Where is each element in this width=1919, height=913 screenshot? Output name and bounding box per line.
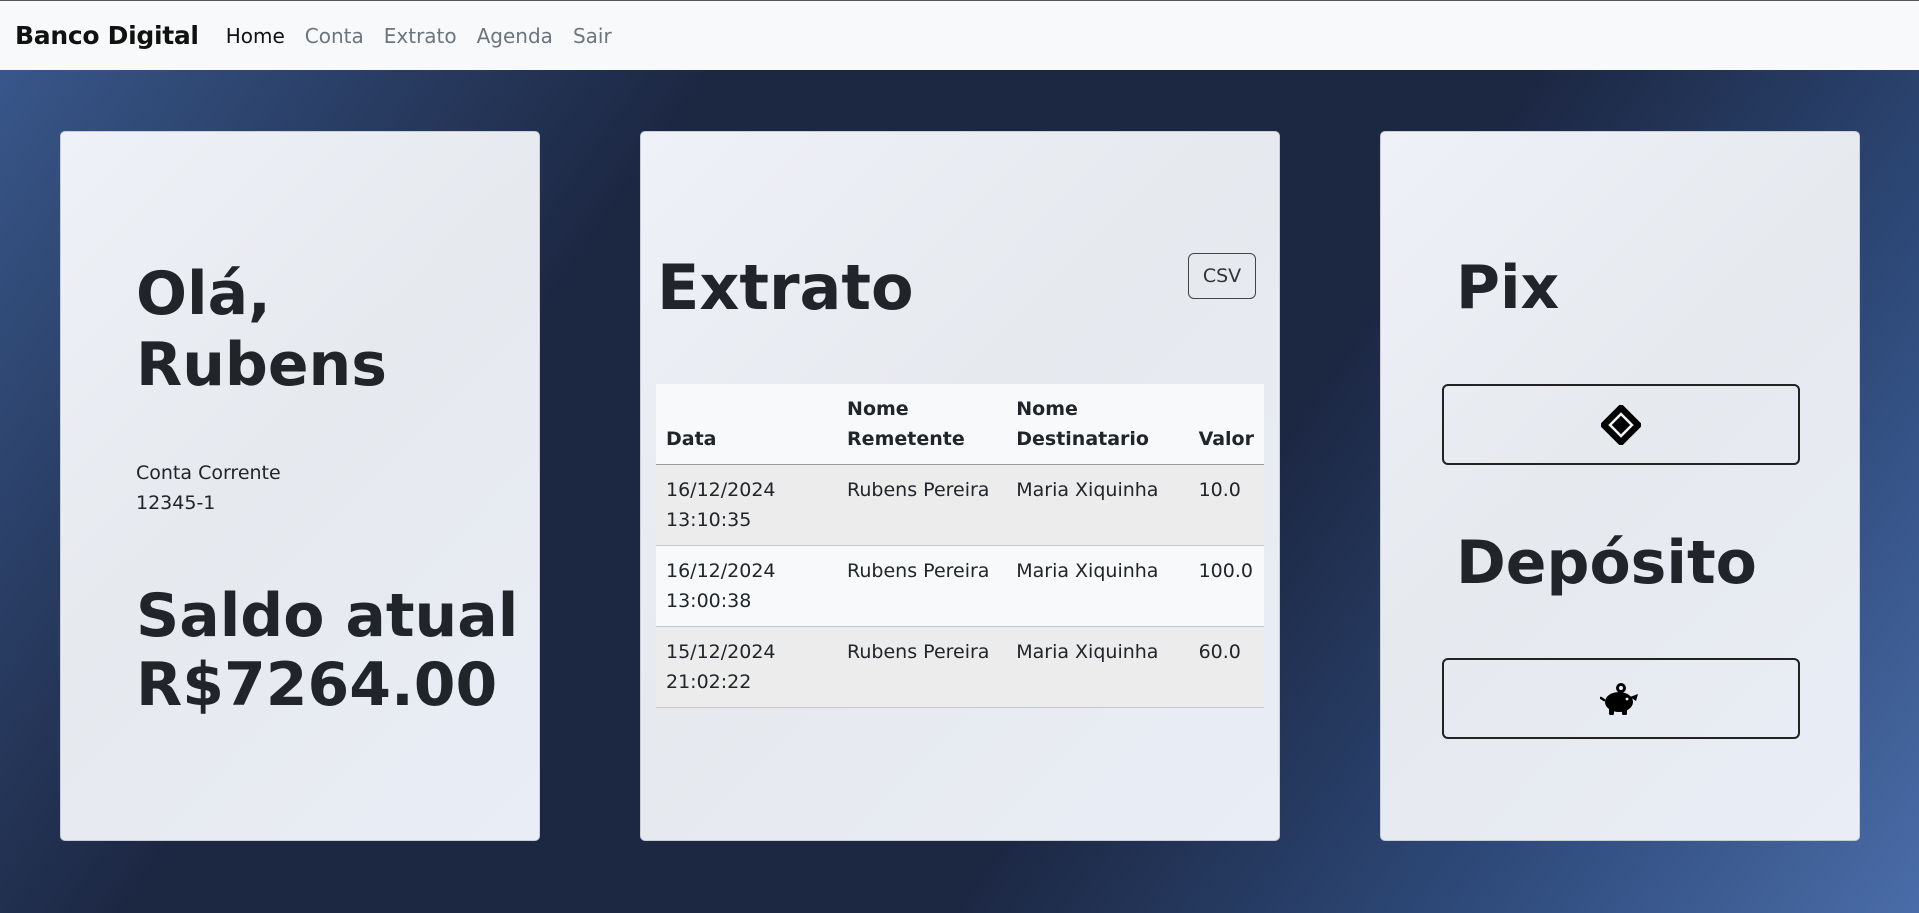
- piggy-bank-icon: [1600, 682, 1642, 716]
- cell-date: 15/12/2024 21:02:22: [656, 626, 838, 708]
- column-header-value: Valor: [1188, 384, 1264, 465]
- cell-value: 10.0: [1188, 464, 1264, 546]
- cell-sender: Rubens Pereira: [837, 626, 1007, 708]
- column-header-data: Data: [656, 384, 838, 465]
- cell-date-time: 13:00:38: [666, 590, 752, 612]
- cell-date-day: 15/12/2024: [666, 641, 776, 663]
- csv-export-button[interactable]: CSV: [1188, 253, 1256, 299]
- cell-date-time: 13:10:35: [666, 509, 752, 531]
- greeting-heading: Olá, Rubens: [136, 259, 387, 400]
- statement-title: Extrato: [657, 251, 914, 324]
- cell-date-day: 16/12/2024: [666, 560, 776, 582]
- cell-recipient: Maria Xiquinha: [1006, 545, 1189, 627]
- deposit-button[interactable]: [1442, 658, 1800, 739]
- nav-link-home[interactable]: Home: [226, 24, 285, 48]
- column-header-sender: Nome Remetente: [837, 384, 1007, 465]
- account-type: Conta Corrente: [136, 462, 281, 484]
- pix-title: Pix: [1456, 253, 1560, 323]
- pix-icon: [1601, 404, 1641, 445]
- actions-card: Pix Depósito: [1380, 131, 1860, 841]
- cell-value: 100.0: [1188, 545, 1264, 627]
- greeting-card: Olá, Rubens Conta Corrente 12345-1 Saldo…: [60, 131, 540, 841]
- account-info: Conta Corrente 12345-1: [136, 458, 281, 518]
- table-row: 15/12/2024 21:02:22 Rubens Pereira Maria …: [656, 626, 1264, 708]
- cell-sender: Rubens Pereira: [837, 545, 1007, 627]
- cell-value: 60.0: [1188, 626, 1264, 708]
- cell-date-day: 16/12/2024: [666, 479, 776, 501]
- balance-value: R$7264.00: [136, 650, 498, 720]
- table-row: 16/12/2024 13:00:38 Rubens Pereira Maria …: [656, 545, 1264, 627]
- cell-recipient: Maria Xiquinha: [1006, 464, 1189, 546]
- nav-link-sair[interactable]: Sair: [573, 24, 612, 48]
- nav-link-extrato[interactable]: Extrato: [384, 24, 457, 48]
- balance: Saldo atual R$7264.00: [136, 582, 518, 720]
- table-row: 16/12/2024 13:10:35 Rubens Pereira Maria …: [656, 464, 1264, 546]
- cell-recipient: Maria Xiquinha: [1006, 626, 1189, 708]
- navbar: Banco Digital Home Conta Extrato Agenda …: [0, 0, 1919, 70]
- statement-card: Extrato CSV Data Nome Remetente Nome Des…: [640, 131, 1280, 841]
- cell-sender: Rubens Pereira: [837, 464, 1007, 546]
- pix-button[interactable]: [1442, 384, 1800, 465]
- table-header-row: Data Nome Remetente Nome Destinatario Va…: [656, 384, 1264, 465]
- deposit-title: Depósito: [1456, 528, 1757, 598]
- cell-date: 16/12/2024 13:10:35: [656, 464, 838, 546]
- nav-link-conta[interactable]: Conta: [305, 24, 364, 48]
- cell-date-time: 21:02:22: [666, 671, 752, 693]
- statement-table: Data Nome Remetente Nome Destinatario Va…: [656, 384, 1264, 708]
- account-number: 12345-1: [136, 492, 216, 514]
- cell-date: 16/12/2024 13:00:38: [656, 545, 838, 627]
- balance-label: Saldo atual: [136, 581, 519, 651]
- nav-link-agenda[interactable]: Agenda: [477, 24, 553, 48]
- brand-logo[interactable]: Banco Digital: [15, 21, 199, 50]
- column-header-recipient: Nome Destinatario: [1006, 384, 1189, 465]
